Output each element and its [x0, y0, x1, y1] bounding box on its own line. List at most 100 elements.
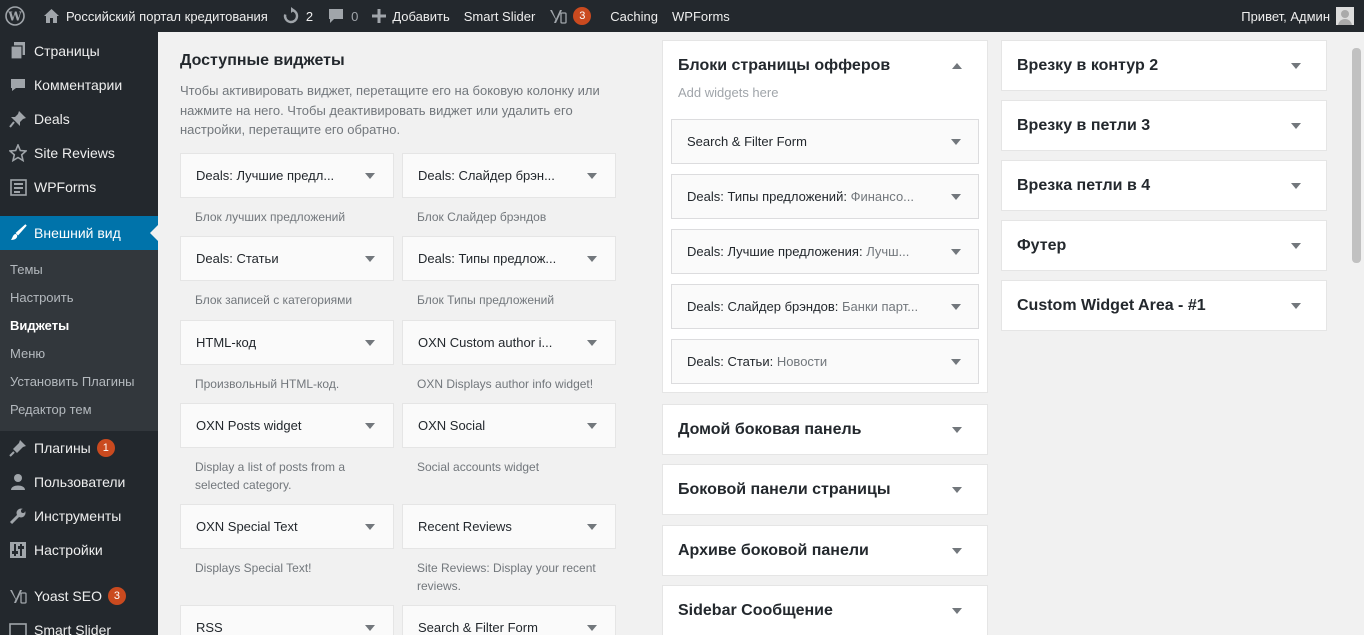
- placed-widget[interactable]: Deals: Типы предложений: Финансо...: [671, 174, 979, 219]
- sidebar-area-archive[interactable]: Архиве боковой панели: [662, 525, 988, 576]
- chevron-down-icon[interactable]: [365, 422, 375, 429]
- chevron-down-icon[interactable]: [1291, 62, 1301, 69]
- chevron-down-icon[interactable]: [951, 303, 961, 310]
- comment-icon: [327, 8, 345, 24]
- widget-title: OXN Social: [418, 418, 486, 433]
- wpforms-link[interactable]: WPForms: [665, 0, 737, 32]
- sidebar-area-contour-2[interactable]: Врезку в контур 2: [1001, 40, 1327, 91]
- submenu-menus[interactable]: Меню: [0, 340, 158, 368]
- sidebar-item-label: Страницы: [34, 43, 100, 59]
- chevron-down-icon[interactable]: [365, 255, 375, 262]
- submenu-widgets[interactable]: Виджеты: [0, 312, 158, 340]
- sidebar-item-settings[interactable]: Настройки: [0, 533, 158, 567]
- scrollbar-thumb[interactable]: [1352, 48, 1361, 263]
- widget-title: Deals: Слайдер брэн...: [418, 168, 555, 183]
- widget-subtitle: Лучш...: [862, 244, 910, 259]
- widget-oxn-posts[interactable]: OXN Posts widget: [180, 403, 394, 448]
- widget-deals-articles[interactable]: Deals: Статьи: [180, 236, 394, 281]
- chevron-down-icon[interactable]: [1291, 122, 1301, 129]
- svg-text:W: W: [7, 10, 22, 24]
- sidebar-item-yoast[interactable]: Yoast SEO 3: [0, 579, 158, 613]
- chevron-down-icon[interactable]: [952, 607, 962, 614]
- placed-widget[interactable]: Deals: Лучшие предложения: Лучш...: [671, 229, 979, 274]
- sidebar-item-label: Комментарии: [34, 77, 123, 93]
- submenu-themes[interactable]: Темы: [0, 256, 158, 284]
- chevron-down-icon[interactable]: [365, 339, 375, 346]
- sidebar-item-label: Внешний вид: [34, 225, 121, 241]
- chevron-down-icon[interactable]: [1291, 302, 1301, 309]
- widget-deals-best-offers[interactable]: Deals: Лучшие предл...: [180, 153, 394, 198]
- chevron-down-icon[interactable]: [587, 624, 597, 631]
- placed-widget[interactable]: Deals: Статьи: Новости: [671, 339, 979, 384]
- widget-oxn-custom-author[interactable]: OXN Custom author i...: [402, 320, 616, 365]
- sidebar-area-offers: Блоки страницы офферов Add widgets here …: [662, 40, 988, 393]
- chevron-down-icon[interactable]: [952, 547, 962, 554]
- chevron-down-icon[interactable]: [952, 486, 962, 493]
- wpforms-label: WPForms: [672, 8, 730, 24]
- sidebar-area-title: Sidebar Сообщение: [678, 601, 833, 619]
- sidebar-item-wpforms[interactable]: WPForms: [0, 170, 158, 204]
- sidebar-area-custom-1[interactable]: Custom Widget Area - #1: [1001, 280, 1327, 331]
- add-new-link[interactable]: Добавить: [365, 0, 456, 32]
- yoast-link[interactable]: 3: [542, 0, 598, 32]
- sidebar-area-title: Боковой панели страницы: [678, 480, 891, 498]
- sidebar-area-loop-3[interactable]: Врезку в петли 3: [1001, 100, 1327, 151]
- submenu-install-plugins[interactable]: Установить Плагины: [0, 368, 158, 396]
- sidebar-area-footer[interactable]: Футер: [1001, 220, 1327, 271]
- site-name-link[interactable]: Российский портал кредитования: [36, 0, 275, 32]
- pages-icon: [8, 41, 28, 61]
- sidebar-item-appearance[interactable]: Внешний вид: [0, 216, 158, 250]
- widget-recent-reviews[interactable]: Recent Reviews: [402, 504, 616, 549]
- chevron-down-icon[interactable]: [1291, 182, 1301, 189]
- chevron-down-icon[interactable]: [365, 523, 375, 530]
- placed-widget[interactable]: Deals: Слайдер брэндов: Банки парт...: [671, 284, 979, 329]
- chevron-down-icon[interactable]: [952, 426, 962, 433]
- wordpress-logo-icon[interactable]: W: [0, 0, 36, 32]
- chevron-down-icon[interactable]: [587, 172, 597, 179]
- account-menu[interactable]: Привет, Админ: [1241, 7, 1364, 25]
- placed-widget[interactable]: Search & Filter Form: [671, 119, 979, 164]
- sidebar-area-post[interactable]: Sidebar Сообщение: [662, 585, 988, 635]
- sidebar-item-comments[interactable]: Комментарии: [0, 68, 158, 102]
- chevron-down-icon[interactable]: [365, 172, 375, 179]
- widget-description: Блок записей с категориями: [195, 293, 353, 307]
- caching-link[interactable]: Caching: [598, 0, 665, 32]
- widget-oxn-social[interactable]: OXN Social: [402, 403, 616, 448]
- widget-rss[interactable]: RSS: [180, 605, 394, 635]
- chevron-down-icon[interactable]: [951, 248, 961, 255]
- sidebar-item-tools[interactable]: Инструменты: [0, 499, 158, 533]
- smart-slider-link[interactable]: Smart Slider: [457, 0, 543, 32]
- widget-oxn-special-text[interactable]: OXN Special Text: [180, 504, 394, 549]
- widget-deals-brand-slider[interactable]: Deals: Слайдер брэн...: [402, 153, 616, 198]
- widget-search-filter-form[interactable]: Search & Filter Form: [402, 605, 616, 635]
- sidebar-area-page[interactable]: Боковой панели страницы: [662, 464, 988, 515]
- chevron-up-icon[interactable]: [952, 62, 962, 69]
- chevron-down-icon[interactable]: [587, 422, 597, 429]
- comments-link[interactable]: 0: [320, 0, 365, 32]
- sidebar-item-users[interactable]: Пользователи: [0, 465, 158, 499]
- submenu-customize[interactable]: Настроить: [0, 284, 158, 312]
- sidebar-item-site-reviews[interactable]: Site Reviews: [0, 136, 158, 170]
- chevron-down-icon[interactable]: [951, 193, 961, 200]
- page-scrollbar[interactable]: [1349, 32, 1364, 635]
- sidebar-area-home[interactable]: Домой боковая панель: [662, 404, 988, 455]
- sidebar-item-plugins[interactable]: Плагины 1: [0, 431, 158, 465]
- chevron-down-icon[interactable]: [1291, 242, 1301, 249]
- chevron-down-icon[interactable]: [951, 358, 961, 365]
- sidebar-area-header[interactable]: Блоки страницы офферов: [663, 41, 987, 90]
- settings-icon: [8, 540, 28, 560]
- chevron-down-icon[interactable]: [365, 624, 375, 631]
- sidebar-item-deals[interactable]: Deals: [0, 102, 158, 136]
- yoast-badge: 3: [107, 587, 126, 605]
- widget-deals-offer-types[interactable]: Deals: Типы предлож...: [402, 236, 616, 281]
- chevron-down-icon[interactable]: [587, 255, 597, 262]
- chevron-down-icon[interactable]: [587, 339, 597, 346]
- sidebar-area-loop-4[interactable]: Врезка петли в 4: [1001, 160, 1327, 211]
- updates-link[interactable]: 2: [275, 0, 320, 32]
- sidebar-item-pages[interactable]: Страницы: [0, 34, 158, 68]
- sidebar-item-smart-slider[interactable]: Smart Slider: [0, 613, 158, 635]
- submenu-theme-editor[interactable]: Редактор тем: [0, 396, 158, 424]
- chevron-down-icon[interactable]: [951, 138, 961, 145]
- chevron-down-icon[interactable]: [587, 523, 597, 530]
- widget-html-code[interactable]: HTML-код: [180, 320, 394, 365]
